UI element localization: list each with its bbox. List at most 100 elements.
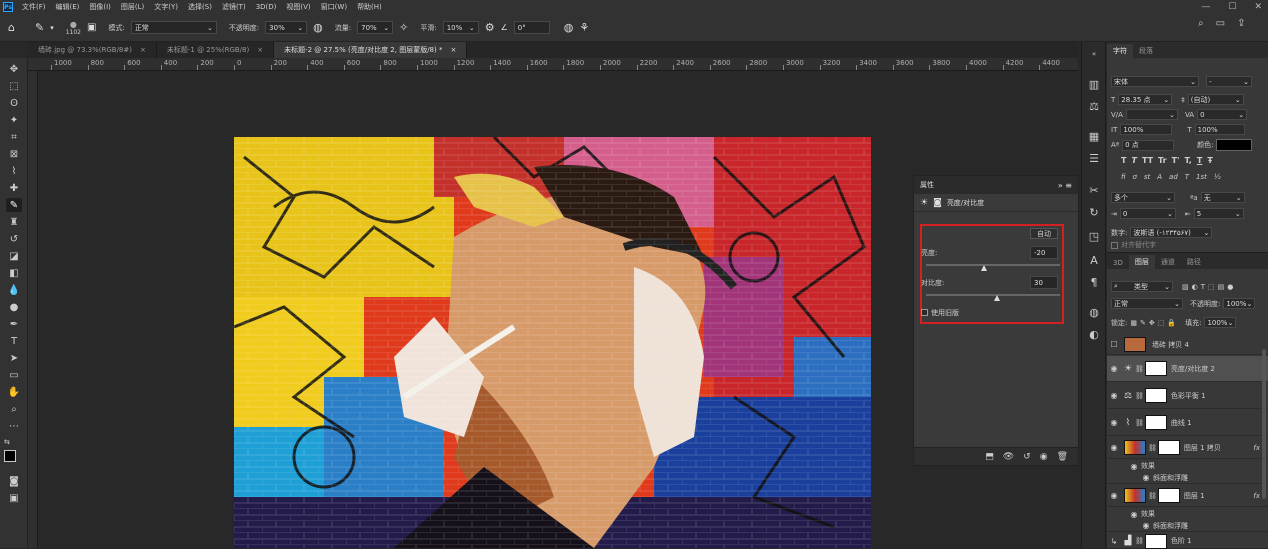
- delete-icon[interactable]: 🗑: [1057, 452, 1068, 462]
- smoothing-field[interactable]: 10% ⌄: [442, 21, 479, 34]
- strikethrough-button[interactable]: Ŧ: [1207, 156, 1212, 165]
- filter-smart-icon[interactable]: ▤: [1218, 283, 1225, 291]
- subscript-button[interactable]: T,: [1184, 156, 1191, 165]
- lock-position-icon[interactable]: ✥: [1149, 319, 1155, 327]
- kerning-field[interactable]: ⌄: [1125, 109, 1178, 120]
- menu-type[interactable]: 文字(Y): [149, 2, 183, 12]
- ordinals-button[interactable]: 1st: [1196, 173, 1207, 181]
- layers-scrollbar[interactable]: [1262, 349, 1266, 499]
- layer-row[interactable]: ☐ 墙砖 拷贝 4: [1107, 335, 1268, 355]
- minimize-button[interactable]: —: [1201, 2, 1210, 12]
- workspace-icon[interactable]: ▭: [1216, 18, 1225, 29]
- layer-row[interactable]: ◉ ⛓ 图层 1 拷贝 fx: [1107, 437, 1268, 459]
- menu-file[interactable]: 文件(F): [17, 2, 51, 12]
- layer-opacity-field[interactable]: 100% ⌄: [1223, 298, 1256, 309]
- pressure-size-icon[interactable]: ◍: [564, 21, 574, 34]
- tab-untitled-2[interactable]: 未标题-2 @ 27.5% (亮度/对比度 2, 图层蒙版/8) * ×: [274, 42, 468, 58]
- eyedropper-tool-icon[interactable]: ⌇: [6, 164, 22, 178]
- actions-icon[interactable]: ↻: [1086, 204, 1102, 220]
- eye-icon[interactable]: ◉: [1127, 462, 1141, 471]
- histogram-icon[interactable]: ▥: [1086, 76, 1102, 92]
- healing-brush-tool-icon[interactable]: ✚: [6, 181, 22, 195]
- layer-row[interactable]: ◉ ⌇ ⛓ 曲线 1: [1107, 410, 1268, 436]
- lasso-tool-icon[interactable]: ʘ: [6, 96, 22, 110]
- effect-row[interactable]: ◉ 斜面和浮雕: [1107, 520, 1268, 532]
- brush-panel-icon[interactable]: ▣: [87, 22, 96, 33]
- history-brush-tool-icon[interactable]: ↺: [6, 232, 22, 246]
- fx-badge[interactable]: fx: [1253, 444, 1260, 452]
- brush-preset-picker[interactable]: ● 1102: [66, 20, 81, 36]
- tab-character[interactable]: 字符: [1107, 44, 1133, 58]
- vertical-scale-field[interactable]: 100%: [1120, 124, 1173, 135]
- font-style-select[interactable]: - ⌄: [1206, 76, 1252, 87]
- font-size-field[interactable]: 28.35 点 ⌄: [1118, 94, 1173, 105]
- eye-icon[interactable]: ◉: [1107, 391, 1121, 400]
- fx-badge[interactable]: fx: [1253, 492, 1260, 500]
- eye-icon[interactable]: ◉: [1107, 364, 1121, 373]
- crop-tool-icon[interactable]: ⌗: [6, 130, 22, 144]
- font-family-select[interactable]: 宋体 ⌄: [1111, 76, 1199, 87]
- menu-image[interactable]: 图像(I): [84, 2, 116, 12]
- auto-button[interactable]: 自动: [1030, 228, 1058, 239]
- zoom-tool-icon[interactable]: ⌕: [6, 402, 22, 416]
- filter-toggle-icon[interactable]: ●: [1227, 283, 1233, 291]
- home-icon[interactable]: ⌂: [8, 21, 15, 34]
- eye-icon[interactable]: ◉: [1107, 491, 1121, 500]
- contextual-button[interactable]: T: [1185, 173, 1189, 181]
- visibility-icon[interactable]: ◉: [1040, 452, 1048, 462]
- menu-select[interactable]: 选择(S): [183, 2, 217, 12]
- text-color-swatch[interactable]: [1216, 139, 1253, 151]
- swash-button[interactable]: st: [1144, 173, 1150, 181]
- anti-alias-select[interactable]: 无 ⌄: [1200, 192, 1245, 203]
- eye-icon[interactable]: ◉: [1127, 510, 1141, 519]
- contrast-slider-thumb[interactable]: [994, 295, 1001, 301]
- fill-field[interactable]: 100% ⌄: [1204, 317, 1237, 328]
- menu-help[interactable]: 帮助(H): [352, 2, 387, 12]
- align-alternates-checkbox[interactable]: [1111, 241, 1118, 249]
- tab-wall-brick[interactable]: 墙砖.jpg @ 73.3%(RGB/8#) ×: [28, 42, 157, 58]
- pen-tool-icon[interactable]: ✒: [6, 317, 22, 331]
- menu-view[interactable]: 视图(V): [281, 2, 315, 12]
- tab-layers[interactable]: 图层: [1128, 255, 1155, 269]
- underline-button[interactable]: T: [1197, 156, 1202, 165]
- lock-transparent-icon[interactable]: ▦: [1130, 319, 1137, 327]
- swap-colors-icon[interactable]: ⇆: [4, 438, 10, 446]
- mode-select[interactable]: 正常 ⌄: [130, 21, 217, 34]
- faux-bold-button[interactable]: T: [1121, 156, 1126, 165]
- reset-icon[interactable]: ↺: [1023, 452, 1031, 462]
- gear-icon[interactable]: ⚙: [485, 21, 495, 34]
- share-icon[interactable]: ⇪: [1237, 18, 1245, 29]
- lock-all-icon[interactable]: 🔒: [1167, 319, 1176, 327]
- properties-icon[interactable]: ◍: [1086, 304, 1102, 320]
- learn-icon[interactable]: ☰: [1086, 150, 1102, 166]
- brush-tool-icon[interactable]: ✎: [35, 21, 44, 34]
- horizontal-scale-field[interactable]: 100%: [1194, 124, 1245, 135]
- layer-row-selected[interactable]: ◉ ☀ ⛓ 亮度/对比度 2: [1107, 356, 1268, 382]
- stylistic-alternates-button[interactable]: A: [1157, 173, 1162, 181]
- more-tools-icon[interactable]: ⋯: [6, 419, 22, 433]
- mask-thumbnail[interactable]: [1144, 533, 1167, 549]
- angle-field[interactable]: 0°: [513, 21, 550, 34]
- symmetry-icon[interactable]: ⚘: [579, 21, 589, 34]
- chevron-down-icon[interactable]: ▾: [50, 24, 54, 32]
- gradient-tool-icon[interactable]: ◧: [6, 266, 22, 280]
- menu-window[interactable]: 窗口(W): [316, 2, 352, 12]
- layer-filter-select[interactable]: ⌕ 类型 ⌄: [1111, 281, 1173, 292]
- character-icon[interactable]: A: [1086, 252, 1102, 268]
- tab-channels[interactable]: 通道: [1155, 255, 1181, 269]
- opacity-field[interactable]: 30% ⌄: [265, 21, 308, 34]
- path-select-tool-icon[interactable]: ➤: [6, 351, 22, 365]
- quick-mask-icon[interactable]: ◙: [6, 474, 22, 488]
- close-icon[interactable]: ×: [257, 46, 263, 54]
- mask-thumbnail[interactable]: [1144, 388, 1167, 403]
- foreground-color-swatch[interactable]: [4, 450, 16, 462]
- lock-artboard-icon[interactable]: ⬚: [1158, 319, 1165, 327]
- close-button[interactable]: ✕: [1254, 2, 1262, 12]
- search-icon[interactable]: ⌕: [1198, 18, 1204, 29]
- titling-button[interactable]: ad: [1169, 173, 1178, 181]
- stamp-tool-icon[interactable]: ♜: [6, 215, 22, 229]
- marquee-tool-icon[interactable]: ⬚: [6, 79, 22, 93]
- menu-3d[interactable]: 3D(D): [251, 3, 282, 11]
- document-canvas[interactable]: [234, 137, 871, 548]
- pressure-opacity-icon[interactable]: ◍: [313, 21, 323, 34]
